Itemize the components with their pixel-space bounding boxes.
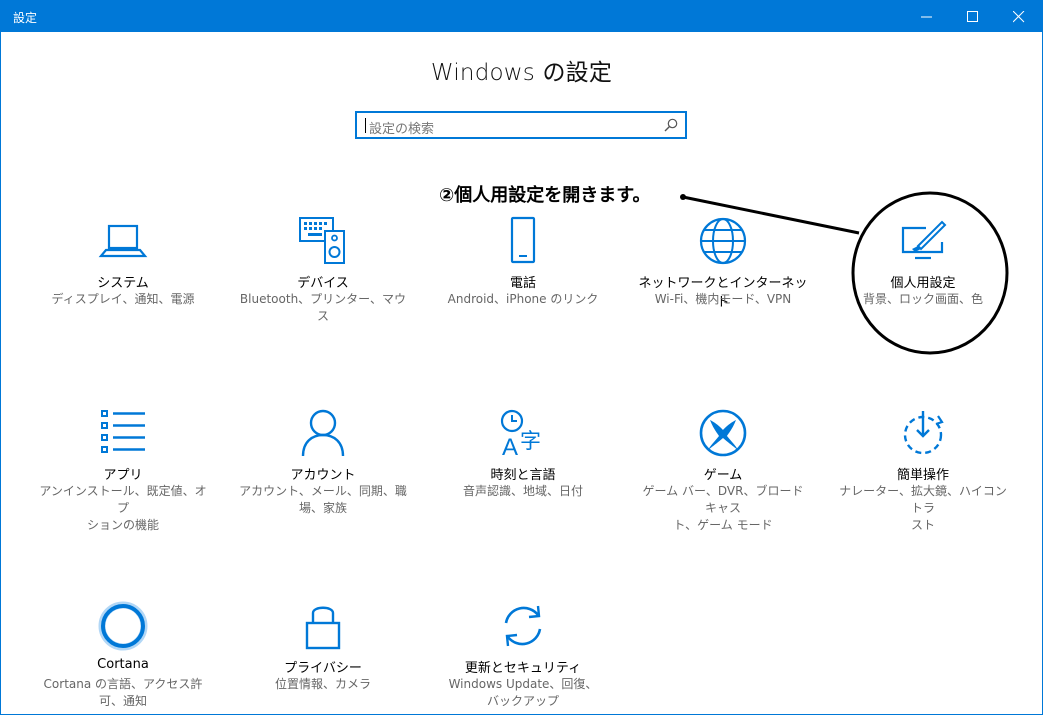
tile-description: 背景、ロック画面、色 <box>862 292 983 306</box>
tile-description: Cortana の言語、アクセス許 可、通知 <box>43 677 203 708</box>
lock-icon <box>305 606 341 650</box>
tile-label: ゲーム <box>703 468 743 483</box>
tile-label: 時刻と言語 <box>490 468 556 483</box>
tile-privacy[interactable]: プライバシー 位置情報、カメラ <box>238 601 408 713</box>
tile-gaming[interactable]: ゲーム ゲーム バー、DVR、ブロードキャス ト、ゲーム モード <box>638 408 808 532</box>
tile-label: 電話 <box>509 276 536 291</box>
annotation-arrow-dot <box>680 194 686 200</box>
tile-description: Bluetooth、プリンター、マウス <box>239 292 407 323</box>
tile-description: ゲーム バー、DVR、ブロードキャス ト、ゲーム モード <box>642 484 804 532</box>
tile-label: 更新とセキュリティ <box>464 661 582 676</box>
person-icon <box>301 409 345 457</box>
tile-label: アプリ <box>103 468 143 483</box>
svg-text:字: 字 <box>520 429 541 453</box>
apps-list-icon <box>101 410 145 453</box>
xbox-icon <box>699 409 747 457</box>
tile-label: アカウント <box>290 468 356 483</box>
tile-label: Cortana <box>97 657 149 672</box>
tile-description: ナレーター、拡大鏡、ハイコントラ スト <box>839 484 1007 532</box>
tile-apps[interactable]: アプリ アンインストール、既定値、オプ ションの機能 <box>38 408 208 532</box>
annotation-text: ②個人用設定を開きます。 <box>439 185 651 206</box>
tile-description: ディスプレイ、通知、電源 <box>51 292 195 306</box>
settings-window: 設定 Windows の設定 設定の検索 ②個人用設定を開きます。 システム デ… <box>0 0 1043 715</box>
globe-icon <box>699 217 747 265</box>
tile-description: アンインストール、既定値、オプ ションの機能 <box>39 484 207 532</box>
tile-devices[interactable]: デバイス Bluetooth、プリンター、マウス <box>238 216 408 323</box>
ease-of-access-icon <box>903 411 944 455</box>
tile-accounts[interactable]: アカウント アカウント、メール、同期、職 場、家族 <box>238 408 408 523</box>
tile-update-security[interactable]: 更新とセキュリティ Windows Update、回復、 バックアップ <box>438 601 608 713</box>
tile-label: システム <box>97 276 149 291</box>
tile-description: Wi-Fi、機内モード、VPN <box>654 292 792 306</box>
tile-label: プライバシー <box>284 661 362 676</box>
tile-description: 音声認識、地域、日付 <box>462 484 583 498</box>
tile-label: 簡単操作 <box>896 468 949 483</box>
tile-label: 個人用設定 <box>890 276 956 291</box>
paint-monitor-icon <box>901 220 947 260</box>
tile-ease-of-access[interactable]: 簡単操作 ナレーター、拡大鏡、ハイコントラ スト <box>838 408 1008 532</box>
tile-personalization[interactable]: 個人用設定 背景、ロック画面、色 <box>838 216 1008 316</box>
tile-phone[interactable]: 電話 Android、iPhone のリンク <box>438 216 608 316</box>
time-language-icon: A 字 <box>500 409 541 458</box>
tile-description: アカウント、メール、同期、職 場、家族 <box>239 484 407 515</box>
phone-icon <box>510 216 536 264</box>
tile-description: Windows Update、回復、 バックアップ <box>448 677 598 708</box>
tile-label: デバイス <box>297 276 349 291</box>
keyboard-speaker-icon <box>299 217 345 264</box>
tile-network[interactable]: ネットワークとインターネット Wi-Fi、機内モード、VPN <box>638 216 808 316</box>
tile-cortana[interactable]: Cortana Cortana の言語、アクセス許 可、通知 <box>38 601 208 713</box>
sync-icon <box>504 605 542 647</box>
svg-text:A: A <box>502 434 518 458</box>
cortana-icon <box>98 601 148 651</box>
tile-description: Android、iPhone のリンク <box>447 292 599 306</box>
tile-system[interactable]: システム ディスプレイ、通知、電源 <box>38 216 208 316</box>
tile-description: 位置情報、カメラ <box>274 677 371 691</box>
laptop-icon <box>98 224 148 258</box>
tile-time-language[interactable]: A 字 時刻と言語 音声認識、地域、日付 <box>438 408 608 523</box>
